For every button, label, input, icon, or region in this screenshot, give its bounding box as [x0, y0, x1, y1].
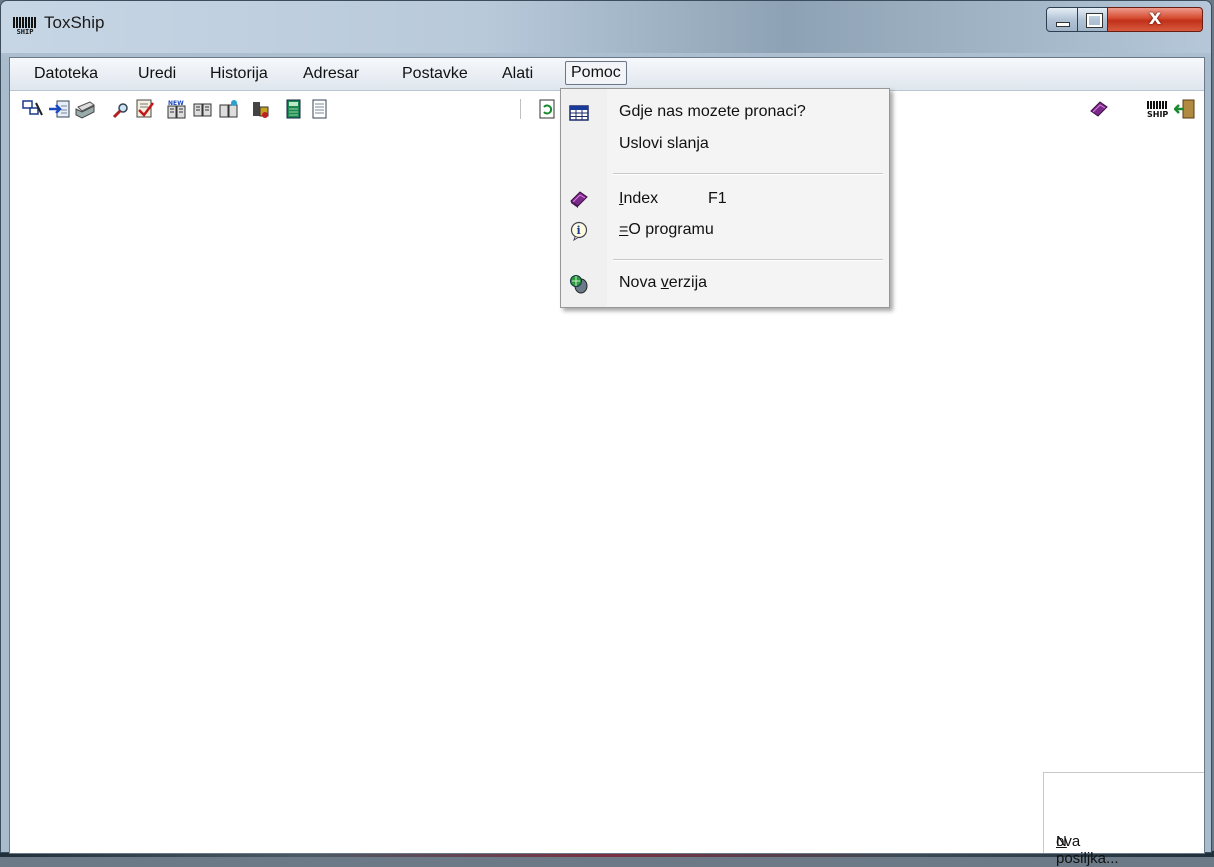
new-book-icon[interactable]: NEW: [166, 99, 188, 119]
help-book-icon: [570, 191, 588, 208]
menu-adresar[interactable]: Adresar: [299, 64, 363, 84]
new-package-button[interactable]: Nova posiljka...: [1043, 772, 1204, 867]
ship-barcode-icon[interactable]: SHIP: [1144, 99, 1170, 119]
maximize-icon: [1086, 13, 1103, 28]
close-button[interactable]: X: [1107, 7, 1203, 32]
minimize-button[interactable]: [1046, 7, 1078, 32]
menu-alati[interactable]: Alati: [498, 64, 537, 84]
calculator-icon[interactable]: [282, 99, 304, 119]
open-book-icon[interactable]: [192, 99, 214, 119]
maximize-button[interactable]: [1077, 7, 1108, 32]
menu-item-label: O programu: [628, 221, 714, 238]
title-bar[interactable]: SHIP ToxShip X: [1, 1, 1211, 53]
menu-datoteka[interactable]: Datoteka: [30, 64, 102, 84]
menu-item-mnemonic: =: [619, 221, 629, 238]
menu-item-label: erzija: [668, 274, 708, 291]
help-book-icon[interactable]: [1088, 99, 1110, 119]
window-title: ToxShip: [44, 13, 105, 32]
menu-separator: [613, 259, 883, 261]
menu-uredi[interactable]: Uredi: [134, 64, 180, 84]
menu-bar: Datoteka Uredi Historija Adresar Postavk…: [10, 58, 1204, 91]
printer-icon[interactable]: [74, 99, 96, 119]
menu-postavke[interactable]: Postavke: [398, 64, 472, 84]
menu-separator: [613, 173, 883, 175]
book-export-icon[interactable]: [218, 99, 240, 119]
tools-icon[interactable]: [250, 99, 272, 119]
new-package-label: ova posiljka...: [1056, 833, 1119, 867]
app-logo-icon: SHIP: [13, 17, 37, 37]
window-link-icon[interactable]: [22, 99, 44, 119]
menu-historija[interactable]: Historija: [206, 64, 272, 84]
menu-pomoc[interactable]: Pomoc: [565, 61, 627, 85]
search-icon[interactable]: [110, 99, 132, 119]
svg-text:SHIP: SHIP: [1147, 110, 1168, 119]
menu-item-label: ndex: [623, 190, 659, 207]
help-menu-dropdown: Gdje nas mozete pronaci? Uslovi slanja I…: [560, 88, 890, 308]
update-globe-icon: [570, 275, 588, 294]
import-icon[interactable]: [48, 99, 70, 119]
menu-item-label: Gdje nas mozete pronaci?: [619, 103, 806, 120]
menu-item-index[interactable]: Index F1: [561, 186, 889, 214]
close-icon: X: [1148, 9, 1162, 28]
table-grid-icon: [569, 105, 589, 121]
menu-item-about[interactable]: i =O programu: [561, 217, 889, 245]
notepad-icon[interactable]: [308, 99, 330, 119]
menu-item-label: Uslovi slanja: [619, 135, 709, 152]
svg-text:i: i: [577, 224, 581, 237]
toolbar-separator: [520, 99, 521, 119]
menu-item-shipping-terms[interactable]: Uslovi slanja: [561, 131, 889, 159]
menu-item-shortcut: F1: [708, 190, 727, 207]
menu-item-label-prefix: Nova: [619, 274, 661, 291]
menu-item-mnemonic: v: [660, 274, 669, 291]
menu-item-new-version[interactable]: Nova verzija: [561, 270, 889, 298]
document-check-icon[interactable]: [134, 99, 156, 119]
minimize-icon: [1056, 22, 1070, 27]
menu-item-where-to-find-us[interactable]: Gdje nas mozete pronaci?: [561, 99, 889, 127]
info-icon: i: [570, 221, 588, 241]
exit-door-icon[interactable]: [1174, 99, 1196, 119]
refresh-icon[interactable]: [536, 99, 558, 119]
